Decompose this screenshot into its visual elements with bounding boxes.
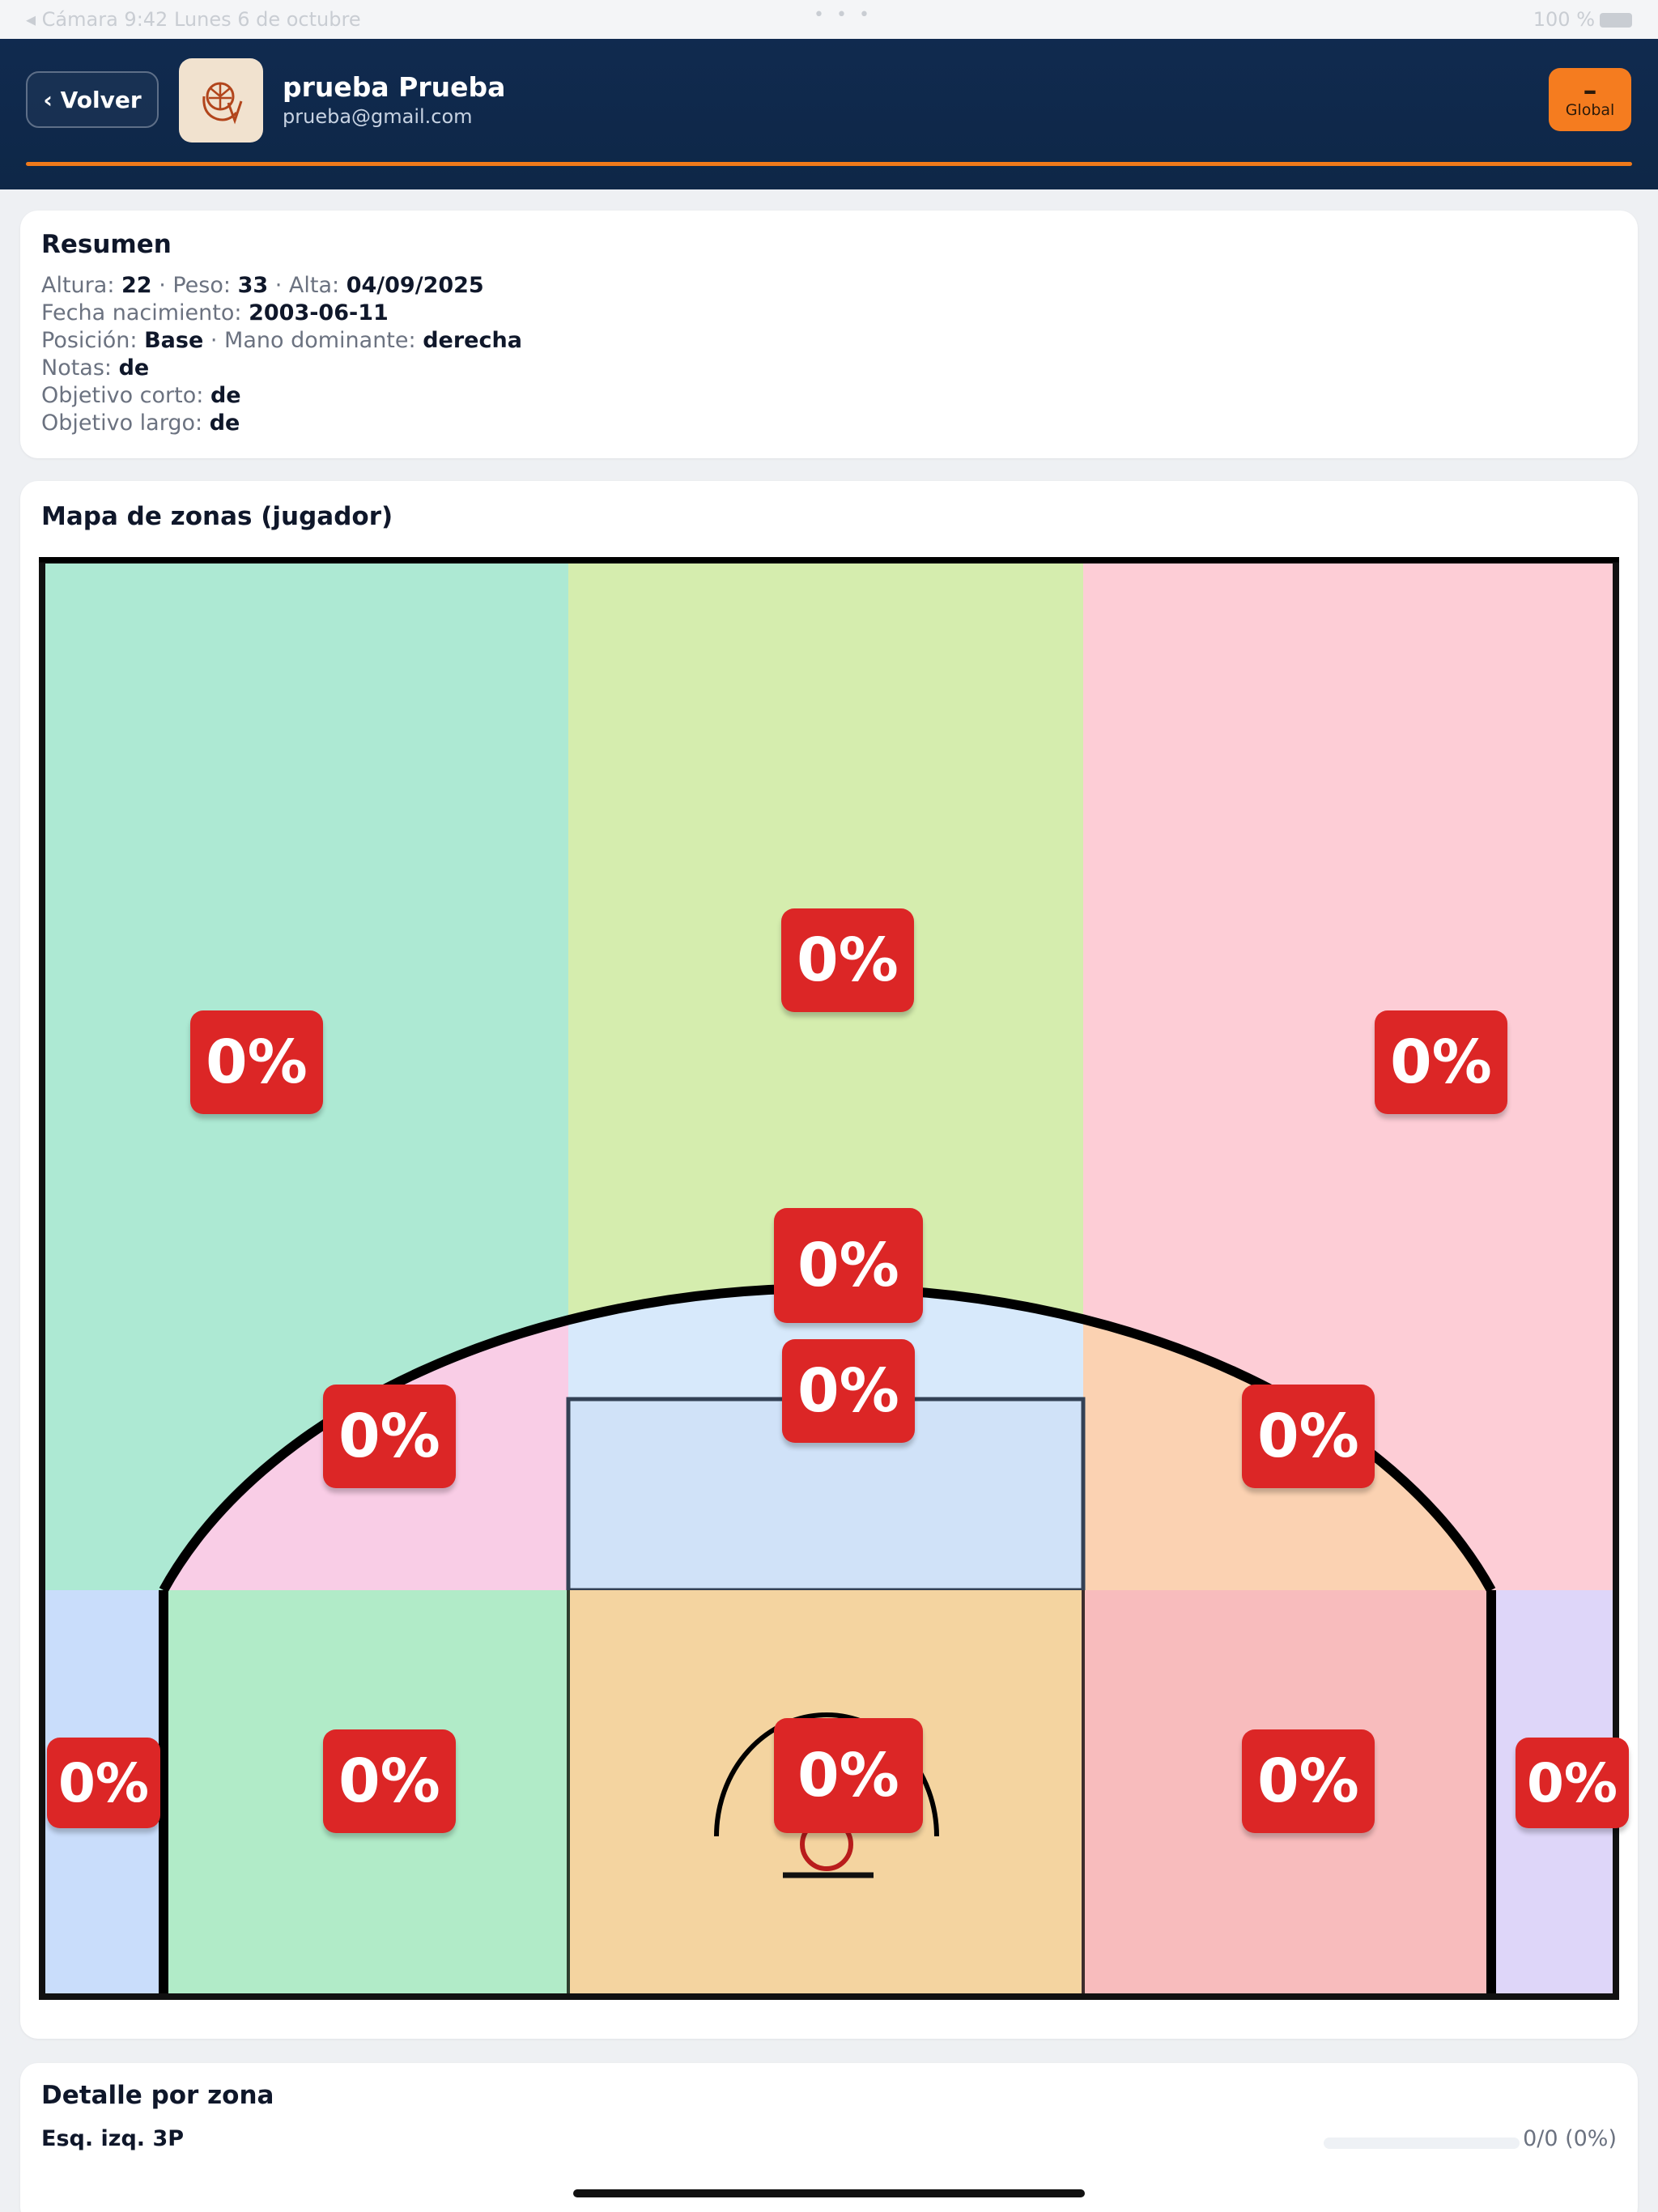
zone-badge-deep-right[interactable]: 0% [1375, 1010, 1507, 1114]
app-header: ‹ Volver prueba Prueba prueba@gmail.com … [0, 39, 1658, 189]
zone-badge-top-key[interactable]: 0% [774, 1208, 923, 1323]
zone-badge-right-corner-3[interactable]: 0% [1516, 1738, 1629, 1828]
posicion-value: Base [144, 328, 204, 353]
zone-badge-left-baseline-mid[interactable]: 0% [323, 1729, 456, 1833]
detail-row-value: 0/0 (0%) [1523, 2126, 1617, 2151]
global-button[interactable]: – Global [1549, 68, 1631, 131]
header-underline [26, 162, 1632, 166]
notas-label: Notas: [41, 355, 113, 381]
resumen-line-2: Fecha nacimiento: 2003-06-11 [41, 300, 389, 327]
obj-largo-value: de [209, 410, 240, 436]
battery-icon [1600, 13, 1632, 28]
obj-corto-value: de [210, 383, 241, 408]
back-button[interactable]: ‹ Volver [26, 71, 159, 128]
resumen-line-1: Altura: 22 · Peso: 33 · Alta: 04/09/2025 [41, 272, 484, 300]
resumen-line-3: Posición: Base · Mano dominante: derecha [41, 327, 522, 355]
shot-zone-map: 0% 0% 0% 0% 0% 0% 0% 0% 0% 0% 0% 0% [39, 557, 1629, 2000]
detail-row-label: Esq. izq. 3P [41, 2126, 185, 2151]
fecha-value: 2003-06-11 [249, 300, 389, 325]
zone-badge-paint[interactable]: 0% [774, 1718, 923, 1833]
battery-text: 100 % [1533, 8, 1595, 31]
peso-value: 33 [237, 273, 269, 298]
zone-badge-left-corner-3[interactable]: 0% [47, 1738, 160, 1828]
zone-badge-deep-center[interactable]: 0% [781, 908, 914, 1012]
user-name: prueba Prueba [283, 71, 506, 103]
mapa-title: Mapa de zonas (jugador) [41, 502, 393, 531]
club-logo-icon [202, 82, 243, 125]
status-bar: ◂ Cámara 9:42 Lunes 6 de octubre • • • 1… [0, 0, 1658, 39]
zone-badge-free-throw[interactable]: 0% [782, 1339, 915, 1443]
peso-label: · Peso: [159, 273, 231, 298]
resumen-title: Resumen [41, 230, 172, 259]
mano-value: derecha [423, 328, 522, 353]
altura-label: Altura: [41, 273, 115, 298]
detail-row-progress-bar [1324, 2138, 1520, 2149]
home-indicator[interactable] [573, 2189, 1085, 2197]
obj-largo-label: Objetivo largo: [41, 410, 203, 436]
detail-row[interactable]: Esq. izq. 3P 0/0 (0%) [41, 2126, 1617, 2159]
minus-icon: – [1583, 74, 1597, 107]
club-logo [179, 58, 263, 143]
posicion-label: Posición: [41, 328, 138, 353]
multitask-dots[interactable]: • • • [814, 5, 873, 25]
alta-label: · Alta: [274, 273, 340, 298]
resumen-card: Resumen Altura: 22 · Peso: 33 · Alta: 04… [20, 211, 1638, 458]
detalle-title: Detalle por zona [41, 2081, 274, 2110]
notas-value: de [118, 355, 150, 381]
obj-corto-label: Objetivo corto: [41, 383, 204, 408]
status-left: ◂ Cámara 9:42 Lunes 6 de octubre [26, 8, 361, 31]
zone-badge-right-wing-mid[interactable]: 0% [1242, 1385, 1375, 1488]
resumen-line-5: Objetivo corto: de [41, 382, 241, 410]
alta-value: 04/09/2025 [346, 273, 484, 298]
global-label: Global [1565, 101, 1615, 119]
resumen-line-6: Objetivo largo: de [41, 410, 240, 437]
mapa-card: Mapa de zonas (jugador) 0% 0% 0% 0% 0% 0… [20, 481, 1638, 2039]
status-right: 100 % [1533, 8, 1632, 31]
zone-badge-left-wing-mid[interactable]: 0% [323, 1385, 456, 1488]
user-email: prueba@gmail.com [283, 105, 473, 128]
zone-badge-right-baseline-mid[interactable]: 0% [1242, 1729, 1375, 1833]
zone-badge-deep-left[interactable]: 0% [190, 1010, 323, 1114]
fecha-label: Fecha nacimiento: [41, 300, 242, 325]
resumen-line-4: Notas: de [41, 355, 149, 382]
mano-label: · Mano dominante: [210, 328, 416, 353]
altura-value: 22 [121, 273, 152, 298]
